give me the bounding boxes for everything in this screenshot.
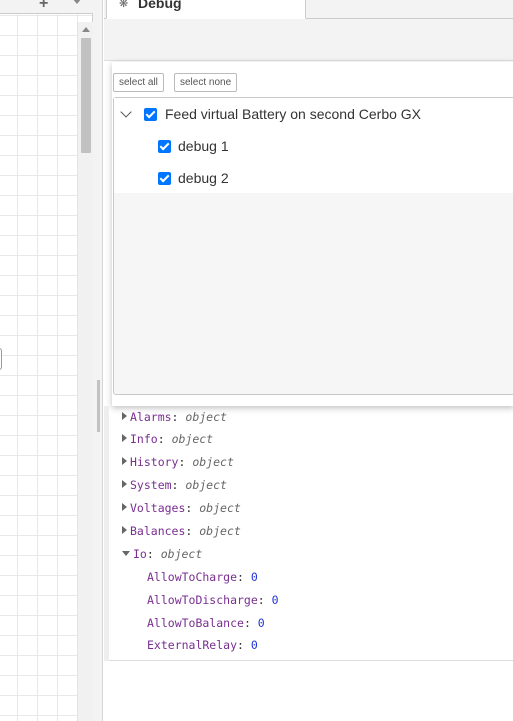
tree-list: Feed virtual Battery on second Cerbo GX … xyxy=(114,98,513,193)
chevron-down-icon[interactable] xyxy=(120,106,132,118)
workspace-toolbar: + xyxy=(0,0,93,14)
message-property-row[interactable]: History: object xyxy=(122,453,234,471)
flow-workspace[interactable]: + xyxy=(0,0,93,721)
select-none-button[interactable]: select none xyxy=(174,73,238,92)
scroll-up-arrow-icon[interactable] xyxy=(82,27,90,32)
message-gutter xyxy=(104,406,109,661)
tab-debug[interactable]: ❋ Debug xyxy=(106,0,306,19)
scrollbar-thumb[interactable] xyxy=(81,38,91,153)
message-property-row[interactable]: Voltages: object xyxy=(122,499,241,517)
splitter-handle[interactable] xyxy=(97,380,100,432)
node-filter-tree: Feed virtual Battery on second Cerbo GX … xyxy=(113,97,513,395)
tree-row-debug-2[interactable]: debug 2 xyxy=(114,164,513,192)
expand-arrow-icon[interactable] xyxy=(122,480,127,488)
sidebar: ❋ Debug select all select none Feed virt… xyxy=(104,0,513,721)
message-value-row: AllowToBalance: 0 xyxy=(147,616,265,630)
message-value-row: AllowToDischarge: 0 xyxy=(147,593,279,607)
sidebar-tab-bar: ❋ Debug xyxy=(104,0,513,19)
tab-debug-label: Debug xyxy=(138,0,182,11)
expand-arrow-icon[interactable] xyxy=(122,434,127,442)
plus-icon[interactable]: + xyxy=(39,0,48,13)
message-value-row: ExternalRelay: 0 xyxy=(147,638,258,652)
flow-checkbox[interactable] xyxy=(144,107,157,121)
sidebar-splitter[interactable] xyxy=(93,0,103,721)
expand-arrow-icon[interactable] xyxy=(122,526,127,534)
message-property-row[interactable]: Alarms: object xyxy=(122,408,227,426)
tree-row-debug-1[interactable]: debug 1 xyxy=(114,132,513,160)
expand-arrow-icon[interactable] xyxy=(122,503,127,511)
message-value-row: AllowToCharge: 0 xyxy=(147,570,258,584)
tree-row-label: Feed virtual Battery on second Cerbo GX xyxy=(165,106,422,122)
message-property-row[interactable]: Info: object xyxy=(122,430,213,448)
tree-row-label: debug 1 xyxy=(178,138,229,154)
message-property-row[interactable]: System: object xyxy=(122,476,227,494)
flow-node[interactable] xyxy=(0,348,2,370)
message-property-row[interactable]: Io: object xyxy=(122,545,202,563)
expand-arrow-icon[interactable] xyxy=(122,412,127,420)
debug-2-checkbox[interactable] xyxy=(158,171,171,185)
tree-row-label: debug 2 xyxy=(178,170,229,186)
collapse-arrow-icon[interactable] xyxy=(122,551,130,556)
bug-icon: ❋ xyxy=(119,0,129,10)
select-all-button[interactable]: select all xyxy=(113,73,164,92)
debug-messages: Alarms: object Info: object History: obj… xyxy=(104,406,513,661)
expand-arrow-icon[interactable] xyxy=(122,457,127,465)
message-property-row[interactable]: Balances: object xyxy=(122,522,241,540)
debug-1-checkbox[interactable] xyxy=(158,139,171,153)
caret-down-icon[interactable] xyxy=(72,0,82,4)
workspace-scrollbar[interactable] xyxy=(77,22,93,721)
debug-toolbar xyxy=(104,19,513,61)
debug-filter-panel: select all select none Feed virtual Batt… xyxy=(112,62,513,406)
tree-row-flow[interactable]: Feed virtual Battery on second Cerbo GX xyxy=(114,100,513,128)
